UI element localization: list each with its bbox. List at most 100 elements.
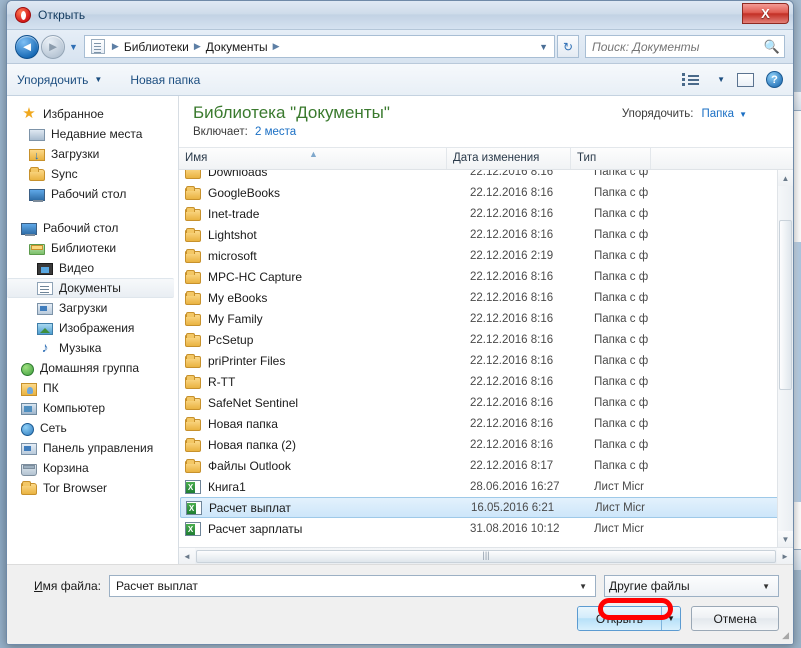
file-list-horizontal-scrollbar[interactable]: ◄ ► xyxy=(179,547,793,564)
sidebar-item-label: Загрузки xyxy=(59,301,107,315)
sidebar-item-5[interactable]: Рабочий стол xyxy=(7,218,178,238)
table-row[interactable]: priPrinter Files22.12.2016 8:16Папка с ф xyxy=(179,350,793,371)
sidebar-item-15[interactable]: Сеть xyxy=(7,418,178,438)
scroll-up-icon[interactable]: ▲ xyxy=(778,170,793,186)
sidebar-item-3[interactable]: Sync xyxy=(7,164,178,184)
library-icon xyxy=(29,244,45,255)
excel-vertical-scrollbar[interactable] xyxy=(794,242,801,502)
cancel-button[interactable]: Отмена xyxy=(691,606,779,631)
column-header-date[interactable]: Дата изменения xyxy=(447,148,571,169)
table-row[interactable]: SafeNet Sentinel22.12.2016 8:16Папка с ф xyxy=(179,392,793,413)
column-header-type[interactable]: Тип xyxy=(571,148,651,169)
file-type-cell: Папка с ф xyxy=(594,292,674,304)
table-row[interactable]: Inet-trade22.12.2016 8:16Папка с ф xyxy=(179,203,793,224)
forward-button[interactable]: ► xyxy=(41,35,65,59)
title-bar: Открыть X xyxy=(7,1,793,30)
preview-pane-icon[interactable] xyxy=(737,73,754,87)
library-includes-link[interactable]: 2 места xyxy=(255,126,296,138)
file-type-filter-combo[interactable]: Другие файлы ▼ xyxy=(604,575,779,597)
filename-combo[interactable]: ▼ xyxy=(109,575,596,597)
sidebar-item-14[interactable]: Компьютер xyxy=(7,398,178,418)
sidebar-item-16[interactable]: Панель управления xyxy=(7,438,178,458)
breadcrumb-chevron-down-icon[interactable]: ▼ xyxy=(539,42,550,52)
new-folder-button[interactable]: Новая папка xyxy=(130,73,200,87)
open-button[interactable]: Открыть xyxy=(578,607,661,630)
sidebar-item-7[interactable]: Видео xyxy=(7,258,178,278)
table-row[interactable]: Lightshot22.12.2016 8:16Папка с ф xyxy=(179,224,793,245)
sidebar-item-11[interactable]: ♪Музыка xyxy=(7,338,178,358)
resize-grip-icon[interactable]: ◢ xyxy=(782,630,789,641)
search-input[interactable] xyxy=(590,39,764,55)
table-row[interactable]: Книга128.06.2016 16:27Лист Micr xyxy=(179,476,793,497)
filter-chevron-down-icon[interactable]: ▼ xyxy=(758,582,774,591)
scroll-down-icon[interactable]: ▼ xyxy=(778,531,793,547)
sidebar-item-18[interactable]: Tor Browser xyxy=(7,478,178,498)
organize-label: Упорядочить xyxy=(17,73,88,87)
sidebar-item-17[interactable]: Корзина xyxy=(7,458,178,478)
sidebar-item-1[interactable]: Недавние места xyxy=(7,124,178,144)
table-row[interactable]: Downloads22.12.2016 8:16Папка с ф xyxy=(179,170,793,182)
search-icon[interactable]: 🔍 xyxy=(764,39,780,55)
chevron-down-icon: ▼ xyxy=(94,75,102,84)
file-date-cell: 16.05.2016 6:21 xyxy=(471,502,595,514)
help-icon[interactable]: ? xyxy=(766,71,783,88)
table-row[interactable]: Новая папка (2)22.12.2016 8:16Папка с ф xyxy=(179,434,793,455)
back-button[interactable]: ◄ xyxy=(15,35,39,59)
breadcrumb[interactable]: ▶ Библиотеки ▶ Документы ▶ ▼ xyxy=(84,35,555,58)
filename-row: Имя файла: ▼ Другие файлы ▼ xyxy=(21,575,779,597)
table-row[interactable]: MPC-HC Capture22.12.2016 8:16Папка с ф xyxy=(179,266,793,287)
file-date-cell: 22.12.2016 8:16 xyxy=(470,418,594,430)
table-row[interactable]: GoogleBooks22.12.2016 8:16Папка с ф xyxy=(179,182,793,203)
arrange-by-control[interactable]: Упорядочить: Папка ▼ xyxy=(622,108,747,120)
sidebar-item-label: Компьютер xyxy=(43,401,105,415)
search-box[interactable]: 🔍 xyxy=(585,35,785,58)
filename-chevron-down-icon[interactable]: ▼ xyxy=(575,582,591,591)
refresh-button[interactable]: ↻ xyxy=(557,35,579,58)
sidebar-item-4[interactable]: Рабочий стол xyxy=(7,184,178,204)
table-row[interactable]: My eBooks22.12.2016 8:16Папка с ф xyxy=(179,287,793,308)
sidebar-item-6[interactable]: Библиотеки xyxy=(7,238,178,258)
folder-icon xyxy=(21,483,37,495)
arrange-chevron-down-icon[interactable]: ▼ xyxy=(739,110,747,119)
sidebar-item-label: Изображения xyxy=(59,321,134,335)
table-row[interactable]: Расчет выплат16.05.2016 6:21Лист Micr xyxy=(180,497,791,518)
file-date-cell: 22.12.2016 2:19 xyxy=(470,250,594,262)
file-list-vertical-scrollbar[interactable]: ▲ ▼ xyxy=(777,170,793,547)
table-row[interactable]: R-TT22.12.2016 8:16Папка с ф xyxy=(179,371,793,392)
list-view-icon[interactable] xyxy=(682,73,699,86)
close-button[interactable]: X xyxy=(742,3,789,24)
recent-locations-chevron-down-icon[interactable]: ▼ xyxy=(69,42,78,52)
folder-icon xyxy=(185,314,201,326)
breadcrumb-item-documents[interactable]: Документы xyxy=(206,40,268,54)
sidebar-item-13[interactable]: ПК xyxy=(7,378,178,398)
sidebar-item-9[interactable]: Загрузки xyxy=(7,298,178,318)
view-chevron-down-icon[interactable]: ▼ xyxy=(717,75,725,84)
file-type-cell: Папка с ф xyxy=(594,250,674,262)
table-row[interactable]: Файлы Outlook22.12.2016 8:17Папка с ф xyxy=(179,455,793,476)
hscrollbar-thumb[interactable] xyxy=(196,550,776,563)
table-row[interactable]: microsoft22.12.2016 2:19Папка с ф xyxy=(179,245,793,266)
organize-button[interactable]: Упорядочить ▼ xyxy=(17,73,102,87)
table-row[interactable]: Расчет зарплаты31.08.2016 10:12Лист Micr xyxy=(179,518,793,539)
table-row[interactable]: Новая папка22.12.2016 8:16Папка с ф xyxy=(179,413,793,434)
arrange-by-value[interactable]: Папка xyxy=(702,108,735,120)
scroll-right-icon[interactable]: ► xyxy=(777,548,793,564)
sidebar-item-8[interactable]: Документы xyxy=(7,278,174,298)
breadcrumb-item-libraries[interactable]: Библиотеки xyxy=(124,40,189,54)
sidebar-item-2[interactable]: Загрузки xyxy=(7,144,178,164)
sidebar-item-12[interactable]: Домашняя группа xyxy=(7,358,178,378)
table-row[interactable]: My Family22.12.2016 8:16Папка с ф xyxy=(179,308,793,329)
file-name-cell: Расчет зарплаты xyxy=(208,522,470,536)
folder-icon xyxy=(185,251,201,263)
sidebar-item-label: Sync xyxy=(51,167,78,181)
open-split-button[interactable]: Открыть ▼ xyxy=(577,606,681,631)
table-row[interactable]: PcSetup22.12.2016 8:16Папка с ф xyxy=(179,329,793,350)
sidebar-item-0[interactable]: ★Избранное xyxy=(7,104,178,124)
sidebar-item-10[interactable]: Изображения xyxy=(7,318,178,338)
file-list[interactable]: Downloads22.12.2016 8:16Папка с фGoogleB… xyxy=(179,170,793,547)
scrollbar-thumb[interactable] xyxy=(779,220,792,390)
file-date-cell: 22.12.2016 8:16 xyxy=(470,397,594,409)
filename-input[interactable] xyxy=(114,578,575,594)
open-dropdown-arrow-icon[interactable]: ▼ xyxy=(661,607,680,630)
scroll-left-icon[interactable]: ◄ xyxy=(179,548,195,564)
